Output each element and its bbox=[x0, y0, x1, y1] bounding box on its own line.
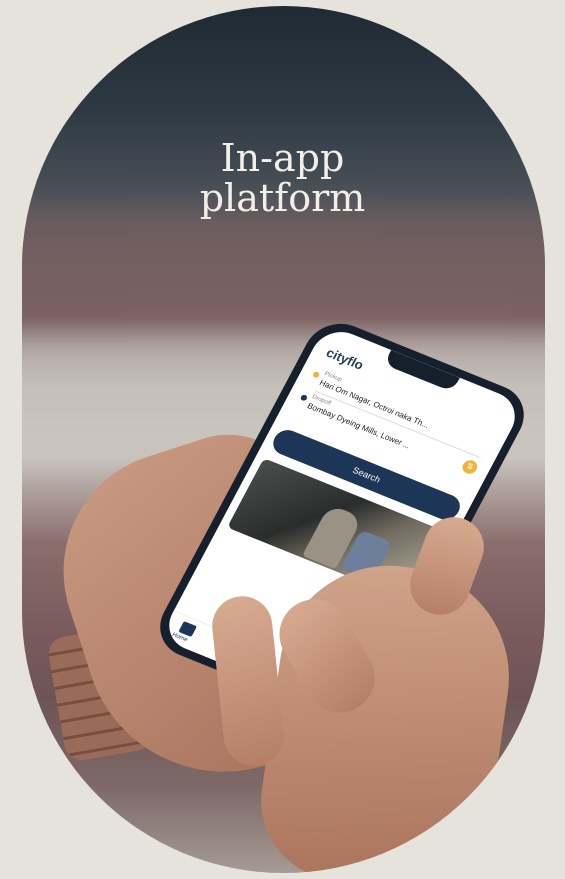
app-logo: cityflo bbox=[323, 344, 367, 373]
divider bbox=[315, 390, 481, 459]
background-stripe-red bbox=[22, 206, 545, 316]
dropoff-dot-icon bbox=[299, 393, 309, 402]
pickup-dot-icon bbox=[311, 370, 321, 379]
headline-line-2: platform bbox=[199, 176, 366, 220]
swap-icon[interactable]: ⇅ bbox=[460, 458, 480, 476]
pickup-value[interactable]: Hari Om Nagar, Octroi naka Th... bbox=[318, 378, 431, 430]
headline-line-1: In-app bbox=[220, 136, 345, 180]
headline: In-app platform bbox=[0, 138, 565, 218]
